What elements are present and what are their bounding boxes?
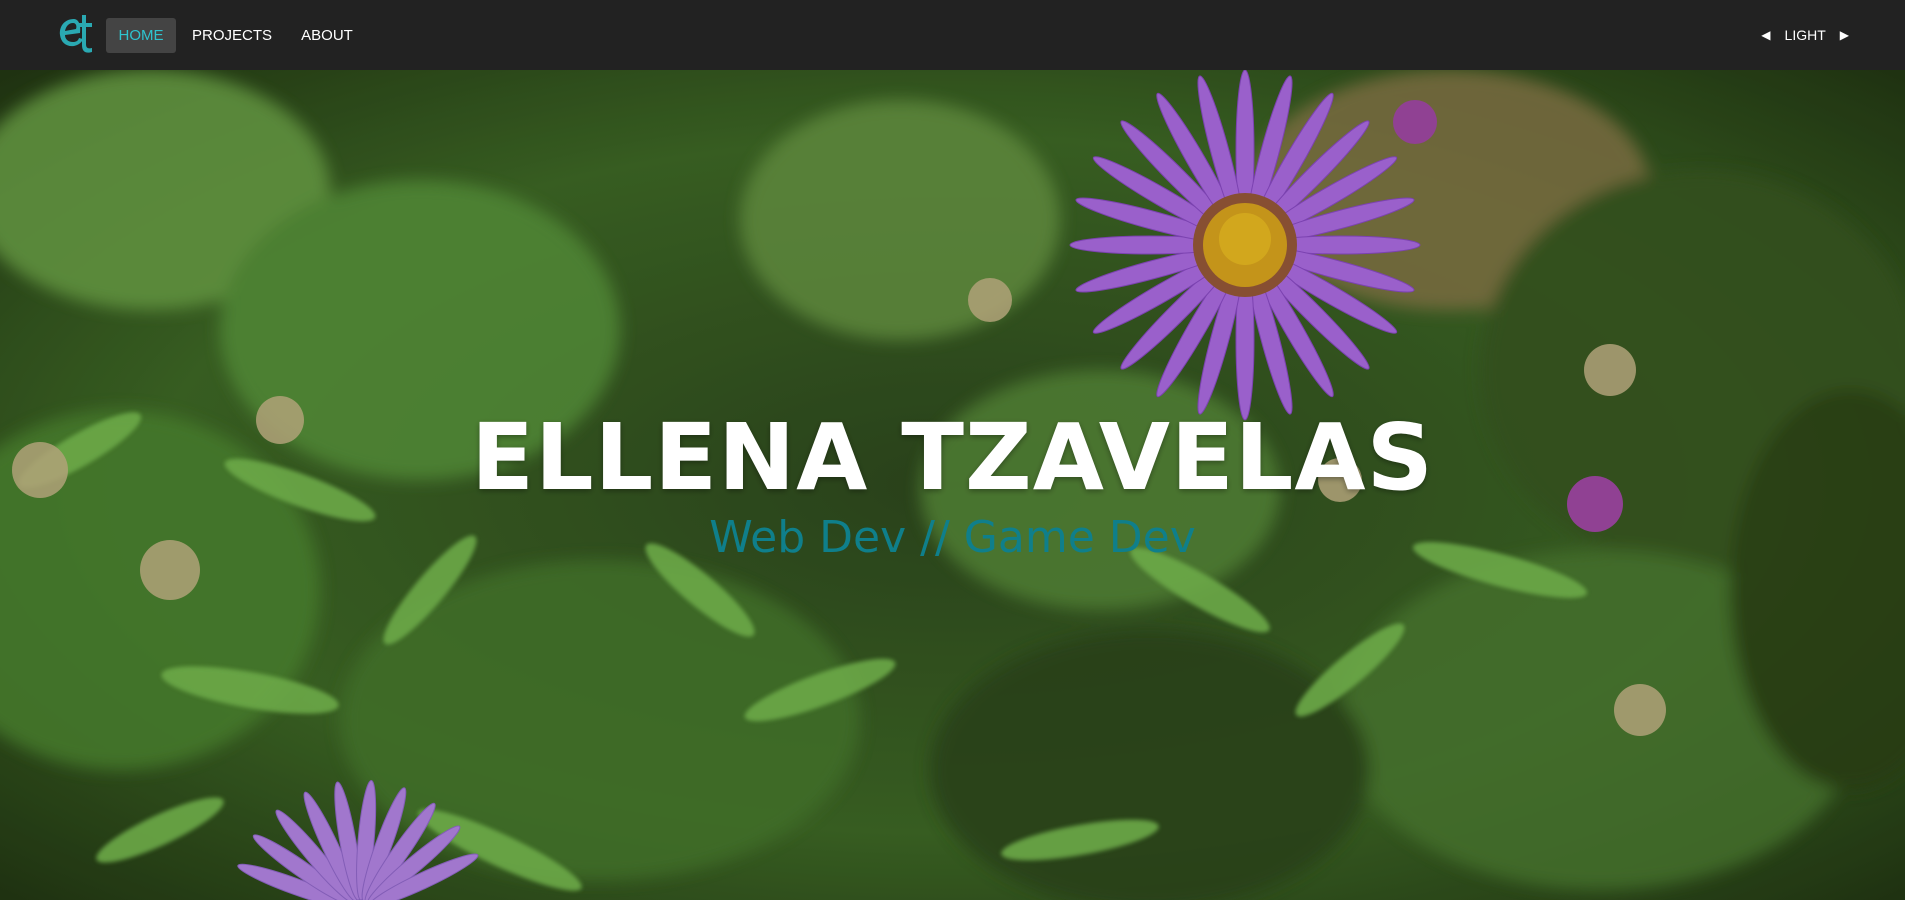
- hero-section: ELLENA TZAVELAS Web Dev // Game Dev: [0, 70, 1905, 900]
- triangle-left-icon[interactable]: ◀: [1761, 18, 1770, 53]
- navbar: HOME PROJECTS ABOUT ◀ LIGHT ▶: [0, 0, 1905, 70]
- nav-projects[interactable]: PROJECTS: [190, 18, 274, 53]
- page: HOME PROJECTS ABOUT ◀ LIGHT ▶ ELLENA TZA…: [0, 0, 1905, 900]
- hero-title: ELLENA TZAVELAS: [471, 404, 1434, 511]
- nav-home[interactable]: HOME: [106, 18, 176, 53]
- hero-subtitle: Web Dev // Game Dev: [709, 512, 1196, 563]
- nav-about[interactable]: ABOUT: [296, 18, 358, 53]
- logo-icon[interactable]: [56, 13, 96, 55]
- theme-label: LIGHT: [1784, 27, 1826, 43]
- theme-switcher: ◀ LIGHT ▶: [1761, 18, 1849, 53]
- triangle-right-icon[interactable]: ▶: [1840, 18, 1849, 53]
